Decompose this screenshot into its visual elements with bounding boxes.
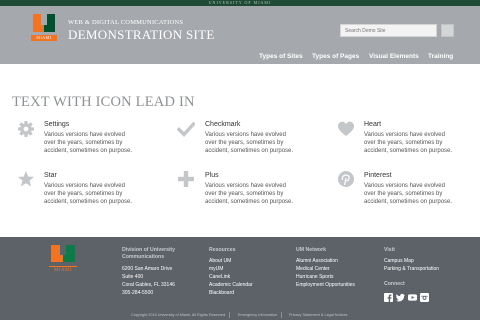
footer-link-myum[interactable]: myUM bbox=[209, 266, 223, 272]
instagram-icon[interactable] bbox=[420, 293, 429, 302]
plus-icon bbox=[178, 171, 194, 187]
footer-link-campus-map[interactable]: Campus Map bbox=[384, 258, 414, 264]
feature-desc-plus: Various versions have evolved over the y… bbox=[205, 183, 294, 205]
footer-visit-heading: Visit bbox=[384, 247, 395, 253]
feature-title-settings: Settings bbox=[44, 121, 70, 128]
nav-training[interactable]: Training bbox=[428, 53, 453, 60]
site-subtitle: WEB & DIGITAL COMMUNICATIONS bbox=[68, 19, 184, 26]
nav-types-of-pages[interactable]: Types of Pages bbox=[312, 53, 359, 60]
feature-title-pinterest: Pinterest bbox=[364, 172, 392, 179]
footer-link-emergency[interactable]: Emergency Information bbox=[238, 313, 277, 317]
footer-divider bbox=[229, 312, 230, 318]
twitter-icon[interactable] bbox=[396, 293, 405, 302]
footer-link-privacy[interactable]: Privacy Statement & Legal Notices bbox=[289, 313, 347, 317]
feature-desc-heart: Various versions have evolved over the y… bbox=[364, 132, 453, 154]
gear-icon bbox=[18, 121, 34, 137]
nav-types-of-sites[interactable]: Types of Sites bbox=[259, 53, 303, 60]
footer-connect-heading: Connect bbox=[384, 281, 405, 287]
footer-org-line1: Division of University bbox=[122, 247, 176, 253]
search-button[interactable] bbox=[441, 24, 454, 37]
footer-link-hurricane-sports[interactable]: Hurricane Sports bbox=[296, 274, 334, 280]
logo-wordmark: MIAMI bbox=[31, 35, 57, 41]
feature-title-heart: Heart bbox=[364, 121, 382, 128]
feature-desc-settings: Various versions have evolved over the y… bbox=[44, 132, 133, 154]
u-logo-icon[interactable] bbox=[31, 14, 57, 34]
pinterest-icon bbox=[338, 171, 354, 187]
feature-desc-pinterest: Various versions have evolved over the y… bbox=[364, 183, 453, 205]
search-input[interactable] bbox=[340, 24, 437, 37]
footer-link-alumni[interactable]: Alumni Association bbox=[296, 258, 338, 264]
footer-u-logo-icon[interactable] bbox=[49, 245, 77, 264]
footer-address-line: Suite 400 bbox=[122, 274, 144, 280]
footer-link-academic-calendar[interactable]: Academic Calendar bbox=[209, 282, 253, 288]
heart-icon bbox=[338, 121, 354, 136]
feature-title-plus: Plus bbox=[205, 172, 219, 179]
checkmark-icon bbox=[177, 121, 195, 137]
footer-link-about-um[interactable]: About UM bbox=[209, 258, 231, 264]
footer-logo-wordmark: MIAMI bbox=[49, 266, 77, 274]
footer-phone: 305-284-5500 bbox=[122, 290, 154, 296]
footer-address-line: Coral Gables, FL 33146 bbox=[122, 282, 175, 288]
footer-link-blackboard[interactable]: Blackboard bbox=[209, 290, 234, 296]
site-header: MIAMI WEB & DIGITAL COMMUNICATIONS DEMON… bbox=[0, 6, 480, 64]
feature-desc-star: Various versions have evolved over the y… bbox=[44, 183, 133, 205]
youtube-icon[interactable] bbox=[408, 293, 417, 302]
feature-title-checkmark: Checkmark bbox=[205, 121, 241, 128]
nav-visual-elements[interactable]: Visual Elements bbox=[369, 53, 419, 60]
footer-link-employment[interactable]: Employment Opportunities bbox=[296, 282, 355, 288]
star-icon bbox=[17, 171, 35, 187]
facebook-icon[interactable] bbox=[384, 293, 393, 302]
footer-link-medical-center[interactable]: Medical Center bbox=[296, 266, 330, 272]
footer-resources-heading: Resources bbox=[209, 247, 236, 253]
footer-network-heading: UM Network bbox=[296, 247, 326, 253]
footer-link-parking[interactable]: Parking & Transportation bbox=[384, 266, 439, 272]
feature-title-star: Star bbox=[44, 172, 57, 179]
feature-desc-checkmark: Various versions have evolved over the y… bbox=[205, 132, 294, 154]
footer-link-canelink[interactable]: CaneLink bbox=[209, 274, 230, 280]
page-title: TEXT WITH ICON LEAD IN bbox=[12, 94, 195, 110]
footer-address-line: 6200 San Amaro Drive bbox=[122, 266, 173, 272]
copyright-text: Copyright 2015 University of Miami. All … bbox=[131, 313, 227, 317]
site-title[interactable]: DEMONSTRATION SITE bbox=[68, 27, 215, 43]
footer-org-line2: Communications bbox=[122, 254, 165, 260]
footer-divider bbox=[281, 312, 282, 318]
